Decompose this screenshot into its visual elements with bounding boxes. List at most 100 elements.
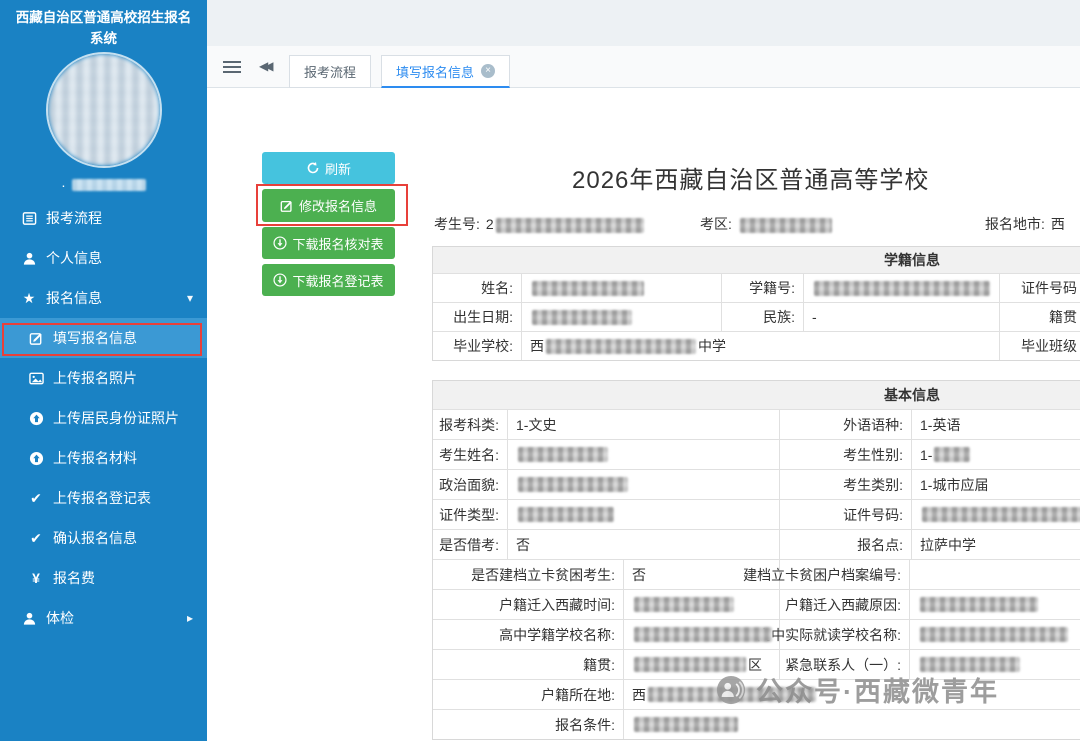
tab-fill-registration[interactable]: 填写报名信息 × — [381, 55, 510, 88]
collapse-tabs-icon[interactable]: ◀◀ — [259, 59, 269, 73]
redacted-value — [496, 218, 644, 233]
table-row: 证件类型: 证件号码: — [433, 499, 1080, 529]
table-row: 籍贯: 区 紧急联系人（一）: — [433, 649, 1080, 679]
field-value: - — [803, 303, 999, 331]
field-value — [909, 620, 1080, 649]
sidebar-item-physical-exam[interactable]: 体检 ▸ — [0, 598, 207, 638]
redacted-value — [934, 447, 970, 462]
upload-icon — [27, 411, 45, 426]
field-label: 报考科类: — [433, 410, 507, 439]
sidebar-item-upload-id-photo[interactable]: 上传居民身份证照片 — [0, 398, 207, 438]
sidebar-item-label: 上传居民身份证照片 — [53, 408, 179, 428]
table-row: 户籍所在地: 西 — [433, 679, 1080, 709]
field-value — [803, 274, 999, 302]
hamburger-menu-icon[interactable] — [223, 61, 241, 63]
field-label: 高中学籍学校名称: — [433, 620, 623, 649]
sidebar-item-label: 上传报名材料 — [53, 448, 137, 468]
download-check-form-button[interactable]: 下载报名核对表 — [262, 227, 395, 259]
table-row: 政治面貌: 考生类别: 1-城市应届 — [433, 469, 1080, 499]
field-label: 是否借考: — [433, 530, 507, 559]
redacted-value — [634, 627, 772, 642]
redacted-value — [920, 597, 1038, 612]
refresh-icon — [306, 161, 320, 175]
field-value — [909, 590, 1080, 619]
close-tab-icon[interactable]: × — [481, 64, 495, 78]
tab-exam-process[interactable]: 报考流程 — [289, 55, 371, 88]
field-label: 政治面貌: — [433, 470, 507, 499]
form-title: 2026年西藏自治区普通高等学校 — [572, 160, 929, 195]
sidebar-item-fill-registration[interactable]: 填写报名信息 — [0, 318, 207, 358]
field-value: 1-文史 — [507, 410, 779, 439]
edit-icon — [280, 199, 294, 213]
edit-icon — [27, 331, 45, 346]
sidebar-item-upload-registration-form[interactable]: ✔ 上传报名登记表 — [0, 478, 207, 518]
field-value: 区 — [623, 650, 779, 679]
sidebar-item-exam-process[interactable]: 报考流程 — [0, 198, 207, 238]
table-row: 考生姓名: 考生性别: 1- — [433, 439, 1080, 469]
redacted-value — [532, 281, 644, 296]
field-label: 毕业学校: — [433, 332, 521, 360]
avatar — [46, 52, 162, 168]
field-label: 证件号码: — [779, 500, 911, 529]
sidebar-item-upload-materials[interactable]: 上传报名材料 — [0, 438, 207, 478]
field-label: 考生类别: — [779, 470, 911, 499]
field-label: 考生姓名: — [433, 440, 507, 469]
top-strip — [207, 0, 1080, 46]
upload-icon — [27, 451, 45, 466]
sidebar-item-label: 填写报名信息 — [53, 328, 137, 348]
school-info-table: 学籍信息 姓名: 学籍号: 证件号码 出生日期: 民族: - 籍贯 毕业学校: … — [432, 246, 1080, 361]
redacted-value — [532, 310, 632, 325]
sidebar-item-confirm-registration[interactable]: ✔ 确认报名信息 — [0, 518, 207, 558]
table-row: 是否借考: 否 报名点: 拉萨中学 — [433, 529, 1080, 559]
sidebar-item-upload-photo[interactable]: 上传报名照片 — [0, 358, 207, 398]
field-label: 报名点: — [779, 530, 911, 559]
field-label: 证件类型: — [433, 500, 507, 529]
redacted-value — [634, 597, 734, 612]
field-label: 建档立卡贫困户档案编号: — [779, 560, 909, 589]
field-label: 姓名: — [433, 274, 521, 302]
sidebar: 西藏自治区普通高校招生报名系统 · 报考流程 个人信息 ★ 报名信息 ▾ 填写报… — [0, 0, 207, 741]
table-row: 毕业学校: 西中学 毕业班级 — [433, 331, 1080, 360]
redacted-value — [920, 627, 1068, 642]
sidebar-item-label: 报名信息 — [46, 288, 102, 308]
field-value — [521, 303, 721, 331]
redacted-value — [518, 477, 628, 492]
sidebar-item-label: 体检 — [46, 608, 74, 628]
list-icon — [20, 211, 38, 226]
field-value: 拉萨中学 — [911, 530, 1080, 559]
redacted-value — [814, 281, 990, 296]
redacted-value — [518, 447, 608, 462]
chevron-right-icon: ▸ — [187, 611, 193, 625]
field-label: 户籍迁入西藏原因: — [779, 590, 909, 619]
check-icon: ✔ — [27, 531, 45, 545]
field-value — [623, 710, 1080, 739]
exam-district-field: 考区: — [700, 214, 834, 234]
section-header-school: 学籍信息 — [433, 247, 1080, 273]
field-label: 报名条件: — [433, 710, 623, 739]
sidebar-item-label: 报考流程 — [46, 208, 102, 228]
candidate-number-field: 考生号:2 — [434, 214, 646, 234]
edit-registration-button[interactable]: 修改报名信息 — [262, 189, 395, 222]
sidebar-item-label: 个人信息 — [46, 248, 102, 268]
download-icon — [273, 273, 287, 287]
field-value: 西 — [623, 680, 1080, 709]
sidebar-item-registration-fee[interactable]: ¥ 报名费 — [0, 558, 207, 598]
sidebar-item-personal-info[interactable]: 个人信息 — [0, 238, 207, 278]
field-label: 外语语种: — [779, 410, 911, 439]
redacted-value — [648, 687, 816, 702]
field-value: 1-英语 — [911, 410, 1080, 439]
download-registration-form-button[interactable]: 下载报名登记表 — [262, 264, 395, 296]
app-title: 西藏自治区普通高校招生报名系统 — [0, 0, 207, 54]
field-label: 紧急联系人（一）: — [779, 650, 909, 679]
sidebar-item-label: 上传报名登记表 — [53, 488, 151, 508]
field-label: 籍贯: — [433, 650, 623, 679]
field-value — [507, 470, 779, 499]
field-label: 高中实际就读学校名称: — [779, 620, 909, 649]
chevron-down-icon: ▾ — [187, 291, 193, 305]
field-label: 民族: — [721, 303, 803, 331]
field-label: 证件号码 — [999, 274, 1080, 302]
user-icon — [20, 251, 38, 266]
table-row: 报考科类: 1-文史 外语语种: 1-英语 — [433, 409, 1080, 439]
refresh-button[interactable]: 刷新 — [262, 152, 395, 184]
sidebar-item-registration-info[interactable]: ★ 报名信息 ▾ — [0, 278, 207, 318]
